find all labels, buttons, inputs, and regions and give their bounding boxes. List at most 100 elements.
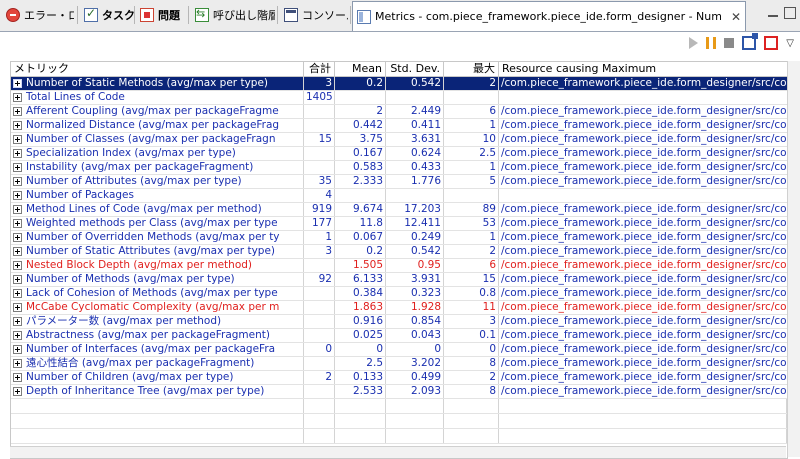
pause-icon[interactable] [706,37,717,49]
std-dev-cell: 0.249 [386,231,444,244]
expand-icon[interactable] [13,345,22,354]
table-row[interactable]: Number of Classes (avg/max per packageFr… [11,133,787,147]
expand-icon[interactable] [13,275,22,284]
tab-call-hierarchy[interactable]: 呼び出し階層 [191,2,275,28]
metrics-table: メトリック 合計 Mean Std. Dev. 最大 Resource caus… [10,61,788,459]
expand-icon[interactable] [13,149,22,158]
table-row[interactable]: Number of Children (avg/max per type) 2 0.… [11,371,787,385]
expand-icon[interactable] [13,93,22,102]
column-header-mean[interactable]: Mean [335,62,386,76]
stop-icon[interactable] [724,38,735,48]
expand-icon[interactable] [13,261,22,270]
expand-icon[interactable] [13,121,22,130]
vertical-scrollbar[interactable] [787,61,800,457]
expand-icon[interactable] [13,359,22,368]
horizontal-scrollbar[interactable] [10,446,786,458]
expand-icon[interactable] [13,135,22,144]
table-row[interactable]: Method Lines of Code (avg/max per method… [11,203,787,217]
dependency-graph-icon[interactable] [764,36,779,50]
std-dev-cell: 3.931 [386,273,444,286]
minimize-icon[interactable] [766,6,780,20]
sum-cell [304,161,335,174]
tab-label: エラー・ログ [24,9,74,22]
expand-icon[interactable] [13,289,22,298]
tab-problems[interactable]: 問題 [136,2,186,28]
expand-icon[interactable] [13,247,22,256]
std-dev-cell: 0.624 [386,147,444,160]
play-icon[interactable] [689,37,699,49]
tab-console[interactable]: コンソール [280,2,348,28]
table-row[interactable]: Depth of Inheritance Tree (avg/max per t… [11,385,787,399]
expand-icon[interactable] [13,107,22,116]
max-cell: 6 [444,259,499,272]
table-row[interactable]: Number of Static Methods (avg/max per ty… [11,77,787,91]
resource-cell: /com.piece_framework.piece_ide.form_desi… [501,217,787,229]
expand-icon[interactable] [13,387,22,396]
column-header-std-dev[interactable]: Std. Dev. [386,62,444,76]
column-header-max[interactable]: 最大 [444,62,499,76]
expand-icon[interactable] [13,233,22,242]
metric-name-text: Number of Overridden Methods (avg/max pe… [26,231,280,243]
table-row[interactable]: Number of Static Attributes (avg/max per… [11,245,787,259]
std-dev-cell: 0.043 [386,329,444,342]
tab-metrics[interactable]: Metrics - com.piece_framework.piece_ide.… [352,1,746,31]
table-body: Number of Static Methods (avg/max per ty… [11,77,787,444]
table-row[interactable]: Specialization Index (avg/max per type) 0… [11,147,787,161]
max-cell: 0 [444,343,499,356]
empty-cell [335,399,386,413]
metric-name-cell: Number of Attributes (avg/max per type) [11,175,304,188]
mean-cell: 0.067 [335,231,386,244]
table-row[interactable]: Instability (avg/max per packageFragment… [11,161,787,175]
metric-name-text: Number of Packages [26,189,134,201]
expand-icon[interactable] [13,191,22,200]
expand-icon[interactable] [13,163,22,172]
metric-name-text: Nested Block Depth (avg/max per method) [26,259,253,271]
tab-error-log[interactable]: エラー・ログ [2,2,74,28]
sum-cell: 4 [304,189,335,202]
expand-icon[interactable] [13,331,22,340]
metric-name-text: パラメーター数 (avg/max per method) [26,315,222,327]
table-row[interactable]: Afferent Coupling (avg/max per packageFr… [11,105,787,119]
column-header-sum[interactable]: 合計 [304,62,335,76]
close-icon[interactable]: ✕ [731,10,741,24]
table-row[interactable]: Weighted methods per Class (avg/max per … [11,217,787,231]
view-menu-icon[interactable]: ▽ [786,38,794,49]
metric-name-cell: Afferent Coupling (avg/max per packageFr… [11,105,304,118]
expand-icon[interactable] [13,373,22,382]
max-cell: 1 [444,231,499,244]
resource-cell: /com.piece_framework.piece_ide.form_desi… [501,287,787,299]
table-row[interactable]: Number of Packages 4 [11,189,787,203]
expand-icon[interactable] [13,205,22,214]
table-row[interactable]: 遠心性結合 (avg/max per packageFragment) 2.5 3.… [11,357,787,371]
resource-cell: /com.piece_framework.piece_ide.form_desi… [501,301,787,313]
table-row[interactable]: Number of Methods (avg/max per type) 92 6.… [11,273,787,287]
metric-name-text: Number of Static Attributes (avg/max per… [26,245,276,257]
table-row[interactable]: Nested Block Depth (avg/max per method) 1… [11,259,787,273]
column-header-resource[interactable]: Resource causing Maximum [499,62,787,76]
table-row[interactable]: Normalized Distance (avg/max per package… [11,119,787,133]
table-row[interactable]: Abstractness (avg/max per packageFragmen… [11,329,787,343]
mean-cell: 0.133 [335,371,386,384]
expand-icon[interactable] [13,303,22,312]
table-row[interactable]: Number of Interfaces (avg/max per packag… [11,343,787,357]
expand-icon[interactable] [13,317,22,326]
resource-cell: /com.piece_framework.piece_ide.form_desi… [501,175,787,187]
table-row[interactable]: Number of Overridden Methods (avg/max pe… [11,231,787,245]
tab-tasks[interactable]: タスク [80,2,134,28]
metric-name-text: 遠心性結合 (avg/max per packageFragment) [26,357,255,369]
max-cell: 8 [444,385,499,398]
metric-name-text: Number of Classes (avg/max per packageFr… [26,133,276,145]
expand-icon[interactable] [13,79,22,88]
expand-icon[interactable] [13,177,22,186]
table-row[interactable]: Total Lines of Code 1405 [11,91,787,105]
export-icon[interactable] [742,33,759,50]
maximize-icon[interactable] [784,7,796,19]
table-row[interactable]: Lack of Cohesion of Methods (avg/max per… [11,287,787,301]
std-dev-cell [386,91,444,104]
table-row[interactable]: パラメーター数 (avg/max per method) 0.916 0.854 3/… [11,315,787,329]
table-row[interactable]: McCabe Cyclomatic Complexity (avg/max pe… [11,301,787,315]
std-dev-cell: 1.928 [386,301,444,314]
table-row[interactable]: Number of Attributes (avg/max per type) 3… [11,175,787,189]
column-header-metric[interactable]: メトリック [11,62,304,76]
expand-icon[interactable] [13,219,22,228]
